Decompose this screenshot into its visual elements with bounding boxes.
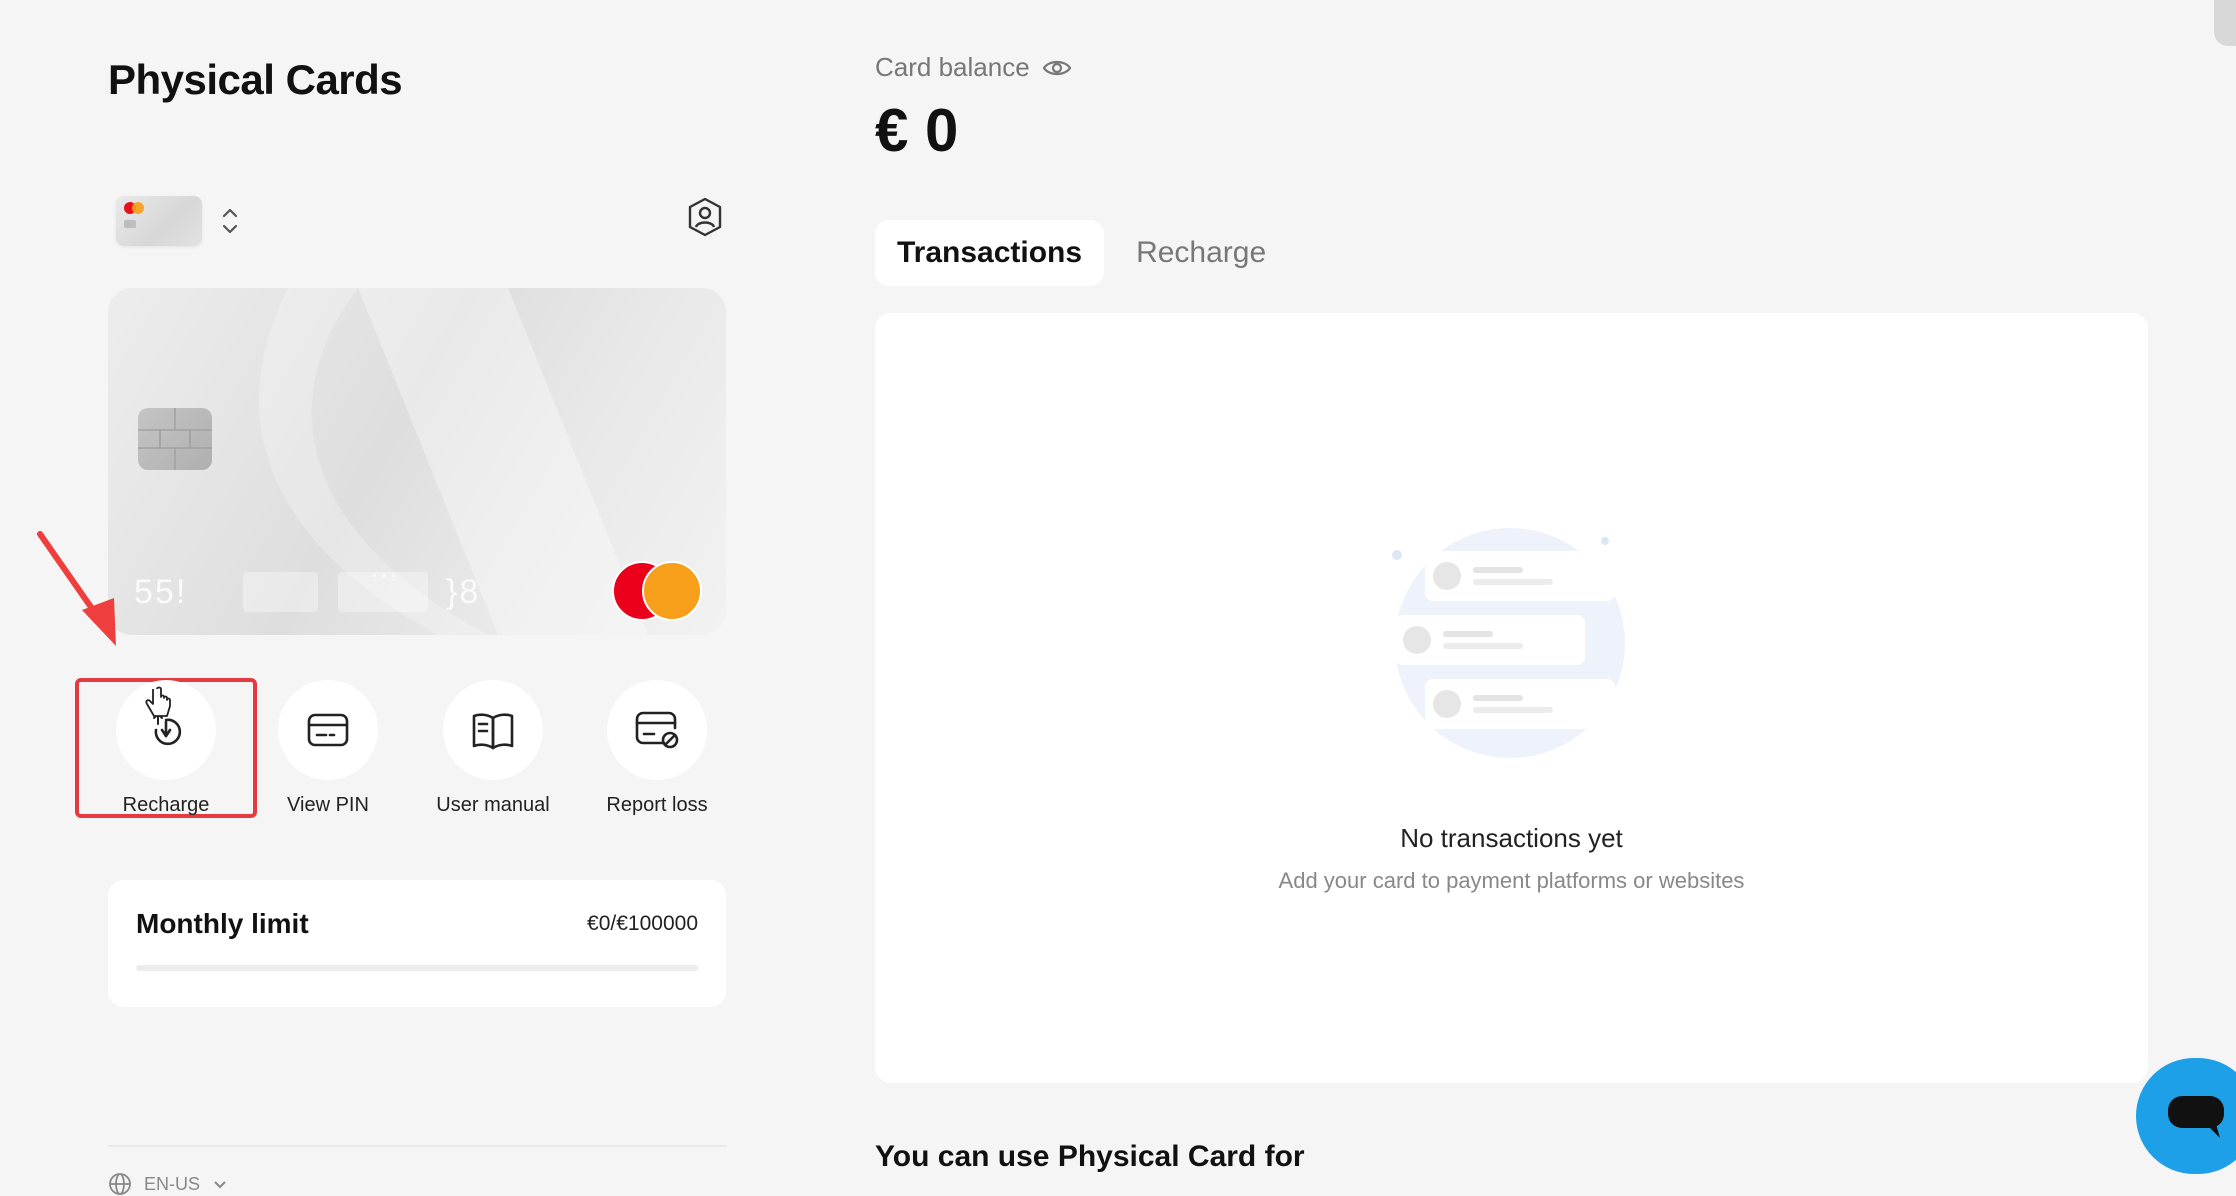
empty-transactions-illustration (1392, 528, 1625, 758)
view-pin-label: View PIN (287, 794, 369, 816)
report-loss-action[interactable]: Report loss (572, 672, 742, 832)
globe-icon (109, 1173, 131, 1195)
chevron-up-down-icon[interactable] (218, 201, 242, 241)
monthly-limit-value: €0/€100000 (587, 912, 698, 935)
card-number-end: }8 (446, 573, 481, 611)
card-number-middle: ··· (370, 558, 398, 589)
page-title: Physical Cards (108, 56, 403, 103)
physical-card: 55! ··· }8 (108, 288, 726, 635)
tabs: Transactions Recharge (875, 220, 1288, 286)
divider (108, 1145, 726, 1147)
empty-state-subtitle: Add your card to payment platforms or we… (1278, 868, 1745, 893)
chat-icon (2168, 1096, 2224, 1138)
usage-section-title: You can use Physical Card for (875, 1140, 1305, 1173)
card-balance-value: € 0 (875, 97, 959, 164)
card-chip (138, 408, 212, 470)
mastercard-logo (612, 561, 702, 621)
monthly-limit-card: Monthly limit €0/€100000 (108, 880, 726, 1007)
card-balance-label: Card balance (875, 52, 1030, 82)
card-thumbnail[interactable] (116, 196, 202, 246)
user-manual-label: User manual (436, 794, 550, 816)
tab-transactions[interactable]: Transactions (875, 220, 1105, 286)
hand-cursor-icon (145, 686, 171, 717)
recharge-label: Recharge (122, 794, 210, 816)
book-icon[interactable] (443, 680, 543, 780)
monthly-limit-title: Monthly limit (136, 908, 309, 939)
report-loss-label: Report loss (606, 794, 708, 816)
tab-recharge[interactable]: Recharge (1114, 220, 1288, 286)
eye-icon[interactable] (1042, 57, 1072, 79)
chevron-down-icon (214, 1181, 226, 1189)
annotation-arrow (37, 531, 116, 646)
card-balance-label-row: Card balance (875, 52, 1072, 83)
transactions-panel: No transactions yet Add your card to pay… (875, 313, 2148, 1083)
card-selector[interactable] (116, 196, 242, 246)
user-manual-action[interactable]: User manual (408, 672, 578, 832)
card-icon[interactable] (278, 680, 378, 780)
empty-state-title: No transactions yet (1400, 823, 1623, 853)
view-pin-action[interactable]: View PIN (243, 672, 413, 832)
card-number-start: 55! (134, 573, 188, 611)
card-actions: Recharge View PIN User manual Report los… (75, 672, 725, 832)
card-block-icon[interactable] (607, 680, 707, 780)
card-holder-icon[interactable] (684, 196, 726, 238)
language-label: EN-US (144, 1173, 201, 1194)
chat-button[interactable] (2136, 1058, 2236, 1174)
monthly-limit-progress (136, 965, 698, 971)
window-edge (2214, 0, 2236, 46)
language-selector[interactable]: EN-US (108, 1172, 228, 1196)
mastercard-mini-logo (124, 202, 144, 214)
